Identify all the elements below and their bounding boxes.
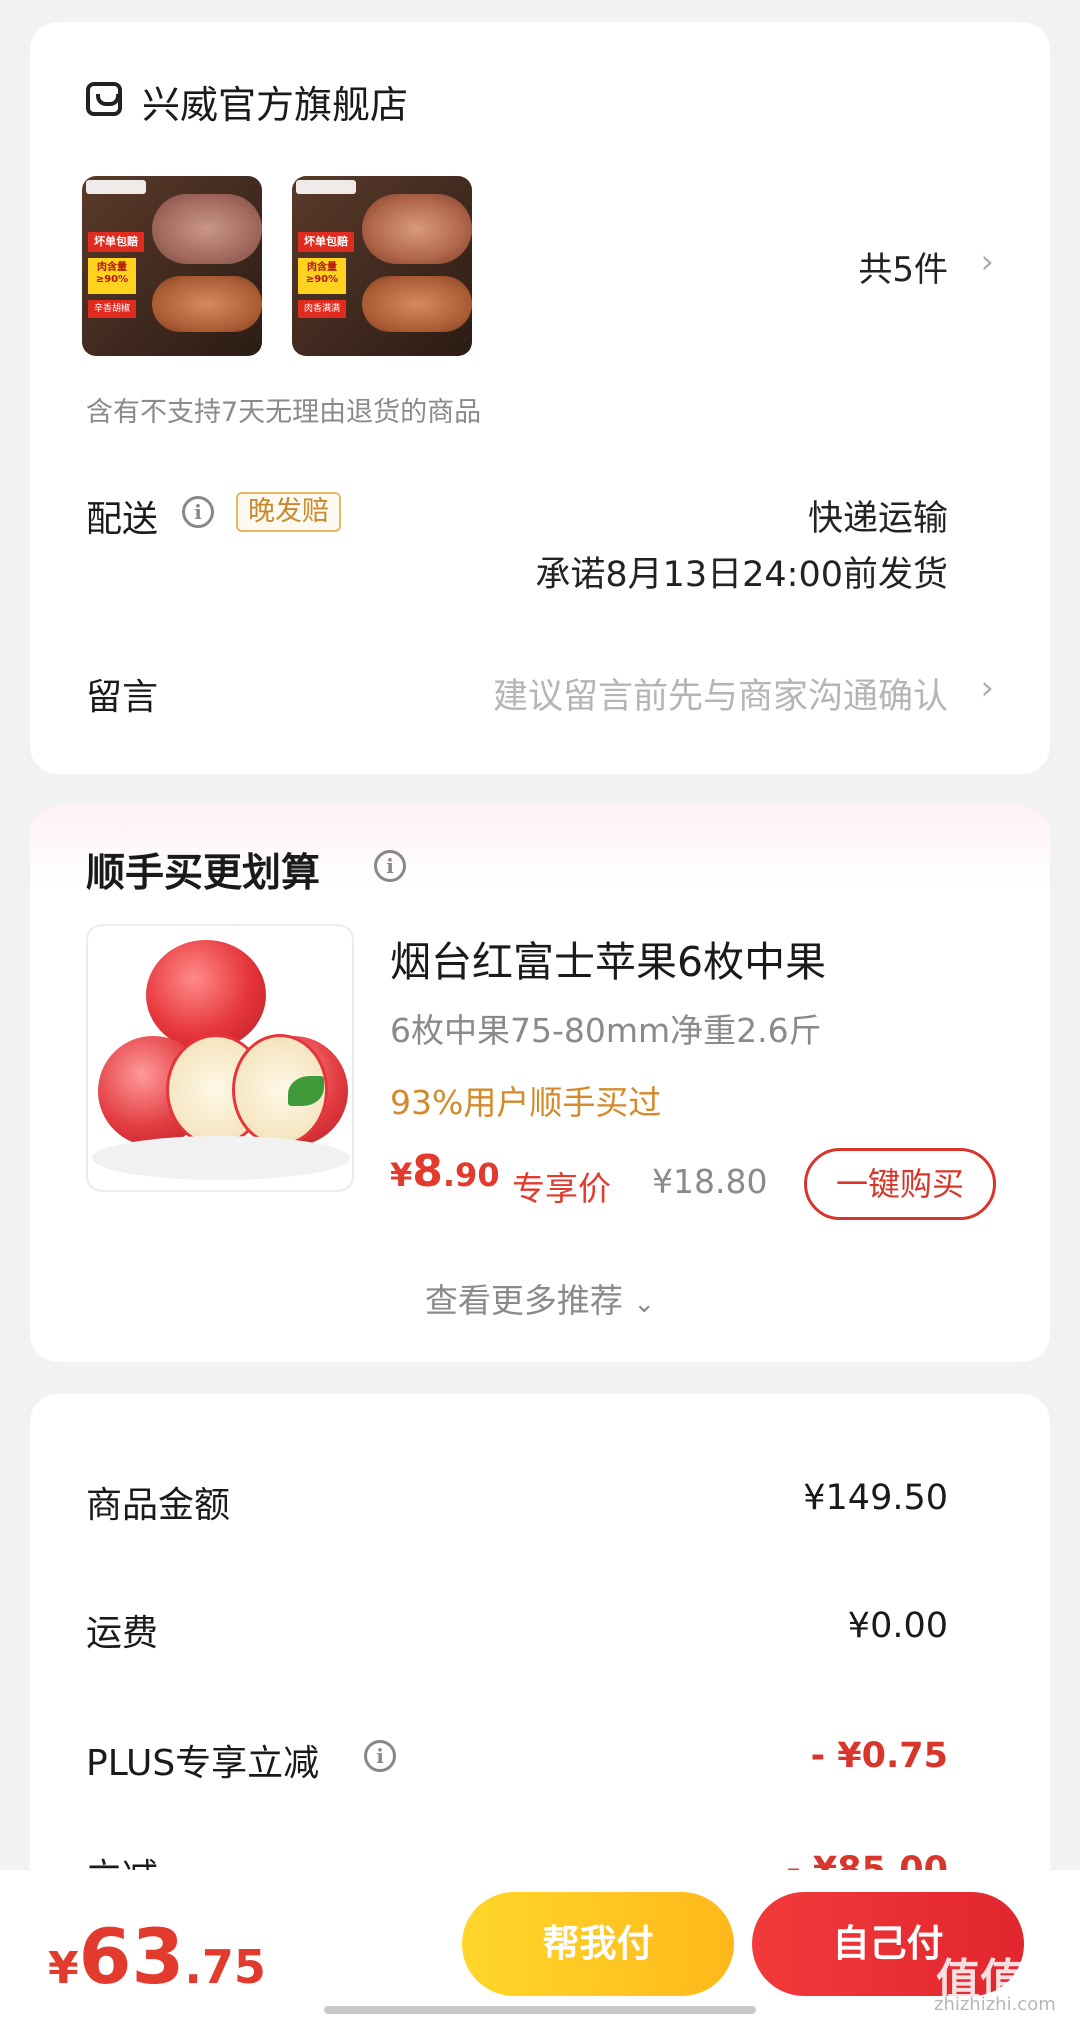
apple-product-image[interactable] [86, 924, 354, 1192]
item-count[interactable]: 共5件 [858, 242, 948, 291]
home-indicator[interactable] [324, 2006, 756, 2014]
badge-bottom: 肉香满满 [298, 300, 346, 318]
late-ship-badge: 晚发赔 [236, 492, 341, 532]
total-price: ¥63.75 [48, 1912, 266, 2001]
shipping-promise: 承诺8月13日24:00前发货 [535, 555, 948, 595]
total-decimal: .75 [184, 1940, 266, 1994]
price-decimal: .90 [442, 1156, 500, 1194]
subtotal-value: ¥149.50 [803, 1478, 948, 1518]
product-name[interactable]: 烟台红富士苹果6枚中果 [390, 928, 826, 988]
price-currency: ¥ [390, 1156, 413, 1194]
price-integer: 8 [412, 1146, 443, 1197]
product-price: ¥8.90 [390, 1146, 500, 1197]
subtotal-label: 商品金额 [86, 1485, 231, 1526]
more-recommend-link[interactable]: 查看更多推荐 ⌄ [30, 1274, 1050, 1322]
badge-mid: 肉含量 ≥90% [298, 258, 346, 294]
message-input[interactable]: 建议留言前先与商家沟通确认 [493, 668, 948, 719]
info-icon[interactable]: i [182, 496, 214, 528]
recommend-title: 顺手买更划算 [86, 851, 321, 896]
more-recommend-label: 查看更多推荐 [424, 1281, 623, 1320]
delivery-label: 配送 [86, 499, 159, 540]
badge-top: 坏单包赔 [88, 232, 144, 252]
total-integer: 63 [78, 1912, 185, 2001]
product-thumb[interactable]: 坏单包赔 肉含量 ≥90% 肉香满满 [292, 176, 472, 356]
sausage-image [152, 276, 262, 332]
exclusive-price-tag: 专享价 [512, 1169, 611, 1208]
store-icon [86, 82, 122, 116]
sausage-image [152, 194, 262, 264]
total-currency: ¥ [48, 1943, 79, 1994]
checkout-bar: ¥63.75 帮我付 自己付 值值值 zhizhizhi.com [0, 1870, 1080, 2021]
store-name[interactable]: 兴威官方旗舰店 [142, 74, 408, 129]
store-card: 兴威官方旗舰店 坏单包赔 肉含量 ≥90% 辛香胡椒 坏单包赔 肉含量 ≥90%… [30, 22, 1050, 774]
product-spec: 6枚中果75-80mm净重2.6斤 [390, 1011, 822, 1050]
info-icon[interactable]: i [364, 1740, 396, 1772]
original-price: ¥18.80 [652, 1162, 768, 1201]
shipping-fee-value: ¥0.00 [847, 1606, 948, 1646]
shipping-fee-label: 运费 [86, 1613, 159, 1654]
badge-mid: 肉含量 ≥90% [88, 258, 136, 294]
message-label: 留言 [86, 677, 159, 718]
pay-for-me-button[interactable]: 帮我付 [462, 1892, 734, 1996]
recommend-card: 顺手买更划算 i 烟台红富士苹果6枚中果 6枚中果75-80mm净重2.6斤 9… [30, 806, 1050, 1362]
sausage-image [362, 194, 472, 264]
badge-bottom: 辛香胡椒 [88, 300, 136, 318]
chevron-right-icon[interactable]: › [980, 242, 994, 282]
plus-discount-label: PLUS专享立减 [86, 1743, 320, 1784]
plus-discount-value[interactable]: - ¥0.75 [811, 1736, 948, 1776]
shipping-method[interactable]: 快递运输 [808, 490, 948, 541]
chevron-down-icon: ⌄ [633, 1289, 656, 1319]
purchase-rate: 93%用户顺手买过 [390, 1083, 662, 1122]
product-thumb[interactable]: 坏单包赔 肉含量 ≥90% 辛香胡椒 [82, 176, 262, 356]
watermark-url: zhizhizhi.com [934, 1994, 1056, 2015]
info-icon[interactable]: i [374, 850, 406, 882]
brand-logo [296, 180, 356, 194]
brand-logo [86, 180, 146, 194]
one-click-buy-button[interactable]: 一键购买 [804, 1148, 996, 1220]
chevron-right-icon[interactable]: › [980, 668, 994, 708]
return-notice: 含有不支持7天无理由退货的商品 [86, 397, 482, 428]
badge-top: 坏单包赔 [298, 232, 354, 252]
sausage-image [362, 276, 472, 332]
